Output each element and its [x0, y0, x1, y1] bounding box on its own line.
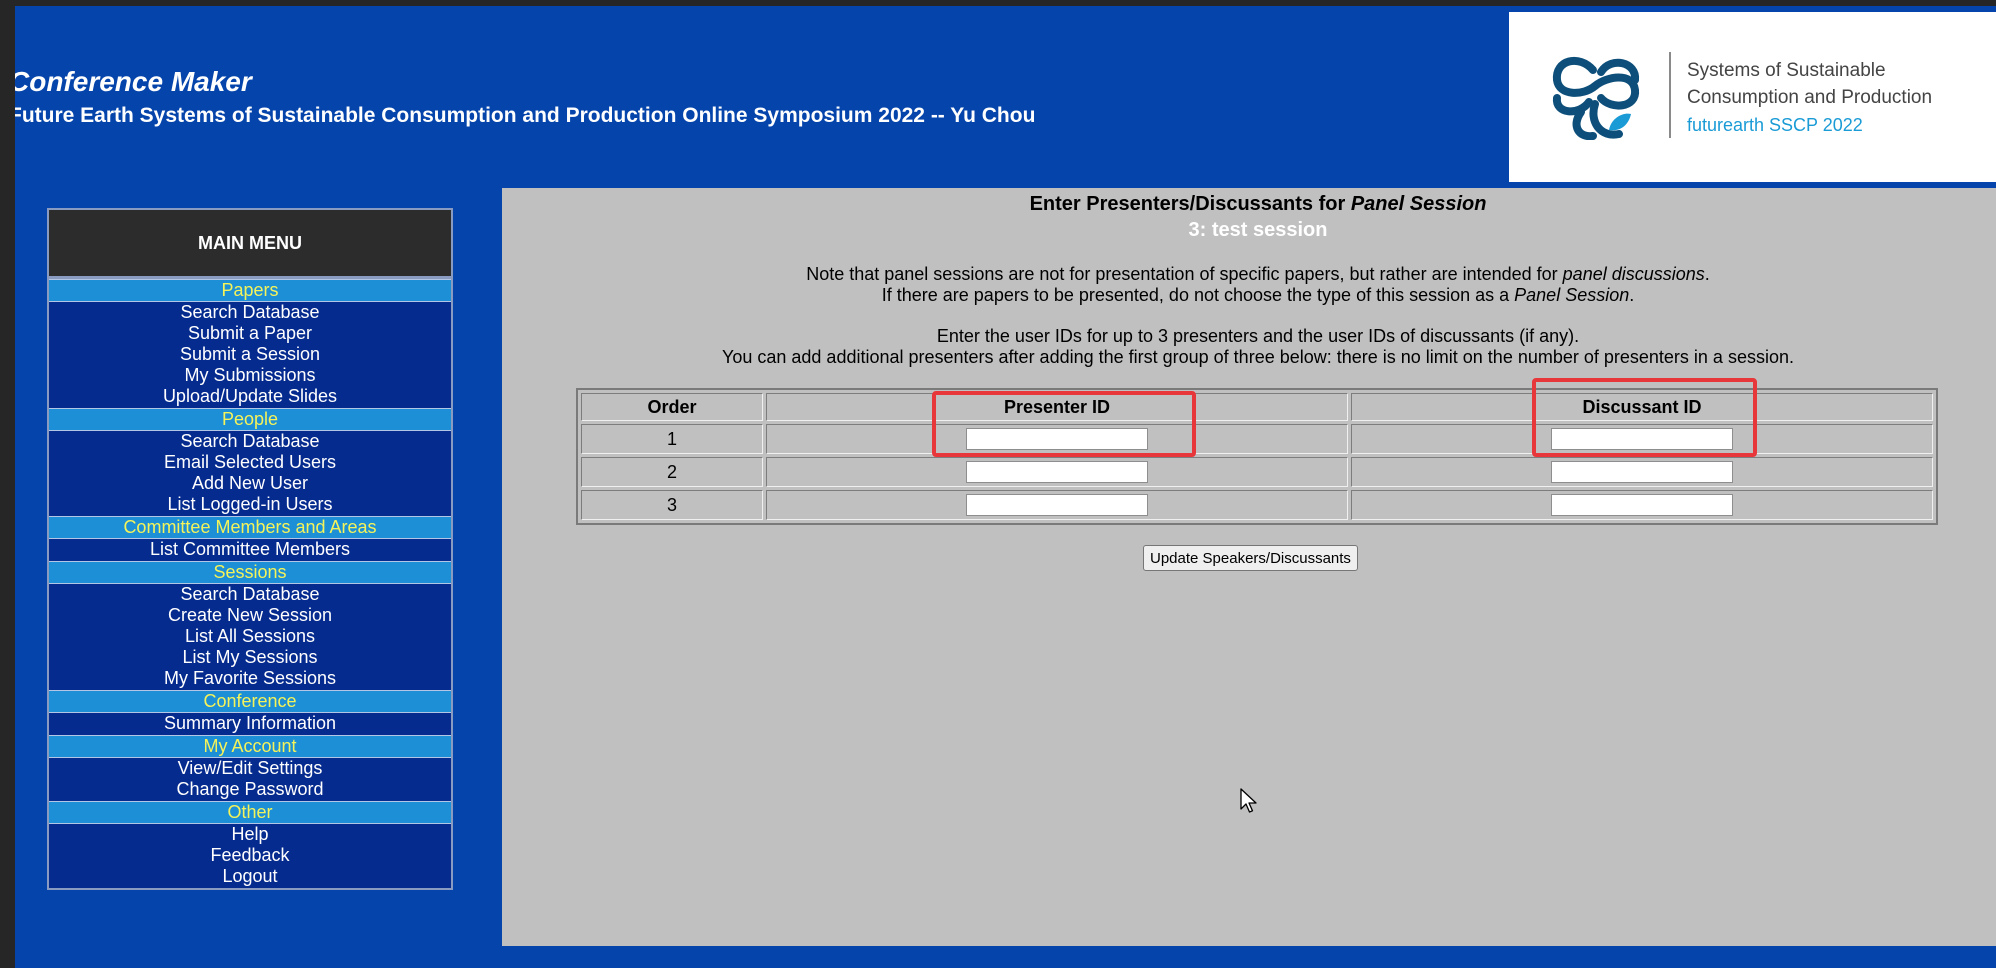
- discussant-id-highlight: [1532, 378, 1757, 457]
- instructions-note: You can add additional presenters after …: [722, 347, 1794, 367]
- note-text: .: [1629, 285, 1635, 305]
- menu-group: Search Database Submit a Paper Submit a Se…: [49, 302, 451, 408]
- presenter-id-highlight: [932, 391, 1196, 457]
- main-menu: MAIN MENU Papers Search Database Submit a …: [47, 208, 453, 890]
- menu-item[interactable]: Submit a Paper: [49, 323, 451, 344]
- menu-group: List Committee Members: [49, 539, 451, 561]
- presenter-id-input[interactable]: [966, 461, 1148, 484]
- page-title: Enter Presenters/Discussants for Panel S…: [502, 193, 1996, 216]
- presenter-id-input[interactable]: [966, 494, 1148, 517]
- menu-item[interactable]: Submit a Session: [49, 344, 451, 365]
- menu-item[interactable]: Upload/Update Slides: [49, 386, 451, 407]
- main-menu-title: MAIN MENU: [49, 210, 451, 279]
- column-header-order: Order: [581, 393, 763, 421]
- discussant-id-input[interactable]: [1551, 494, 1733, 517]
- logo-text-brand: futurearth SSCP 2022: [1687, 115, 1863, 135]
- menu-item[interactable]: Search Database: [49, 302, 451, 323]
- menu-section-header: My Account: [49, 735, 451, 758]
- instructions-note: Enter the user IDs for up to 3 presenter…: [936, 326, 1580, 346]
- menu-item[interactable]: List Committee Members: [49, 539, 451, 560]
- menu-group: Summary Information: [49, 713, 451, 735]
- menu-group: Search Database Email Selected Users Add N…: [49, 431, 451, 516]
- menu-section-header: Other: [49, 801, 451, 824]
- order-cell: 3: [581, 490, 763, 520]
- menu-section-header: Papers: [49, 279, 451, 302]
- logo-text-line: Systems of Sustainable: [1687, 60, 1886, 81]
- note-text: Note that panel sessions are not for pre…: [806, 264, 1563, 284]
- menu-item[interactable]: Add New User: [49, 473, 451, 494]
- session-name: 3: test session: [1188, 219, 1328, 241]
- menu-group: Help Feedback Logout: [49, 824, 451, 888]
- menu-item[interactable]: Email Selected Users: [49, 452, 451, 473]
- menu-item[interactable]: Search Database: [49, 431, 451, 452]
- page-title-session-type: Panel Session: [1350, 193, 1487, 215]
- menu-item[interactable]: List All Sessions: [49, 626, 451, 647]
- note-text: If there are papers to be presented, do …: [881, 285, 1515, 305]
- menu-section-header: Conference: [49, 690, 451, 713]
- menu-section-header: Committee Members and Areas: [49, 516, 451, 539]
- menu-body: Papers Search Database Submit a Paper Submi…: [49, 279, 451, 888]
- menu-item[interactable]: List My Sessions: [49, 647, 451, 668]
- menu-item[interactable]: Feedback: [49, 845, 451, 866]
- note-emphasis: panel discussions: [1562, 264, 1705, 284]
- table-row: 3: [581, 490, 1933, 520]
- menu-section-header: People: [49, 408, 451, 431]
- logo-text-line: Consumption and Production: [1687, 87, 1933, 108]
- mouse-cursor-icon: [1240, 788, 1257, 813]
- menu-item[interactable]: Create New Session: [49, 605, 451, 626]
- menu-item[interactable]: Logout: [49, 866, 451, 887]
- update-speakers-button[interactable]: Update Speakers/Discussants: [1143, 545, 1358, 571]
- menu-section-header: Sessions: [49, 561, 451, 584]
- menu-item[interactable]: My Submissions: [49, 365, 451, 386]
- menu-item[interactable]: Summary Information: [49, 713, 451, 734]
- menu-group: View/Edit Settings Change Password: [49, 758, 451, 801]
- panel-note: If there are papers to be presented, do …: [502, 285, 1996, 306]
- menu-item[interactable]: Search Database: [49, 584, 451, 605]
- window-left-edge: [0, 0, 15, 968]
- note-text: .: [1704, 264, 1710, 284]
- conference-subtitle: Future Earth Systems of Sustainable Cons…: [15, 104, 1036, 127]
- discussant-id-input[interactable]: [1551, 461, 1733, 484]
- presenter-cell: [766, 457, 1348, 487]
- order-cell: 1: [581, 424, 763, 454]
- table-row: 2: [581, 457, 1933, 487]
- page-title-prefix: Enter Presenters/Discussants for: [1029, 193, 1351, 215]
- discussant-cell: [1351, 457, 1933, 487]
- presenter-cell: [766, 490, 1348, 520]
- menu-item[interactable]: Change Password: [49, 779, 451, 800]
- note-emphasis: Panel Session: [1514, 285, 1630, 305]
- panel-note: Note that panel sessions are not for pre…: [502, 264, 1996, 285]
- menu-group: Search Database Create New Session List Al…: [49, 584, 451, 690]
- sscp-logo-icon: [1552, 57, 1639, 140]
- menu-item[interactable]: Help: [49, 824, 451, 845]
- page: Conference Maker Future Earth Systems of…: [15, 6, 1996, 968]
- order-cell: 2: [581, 457, 763, 487]
- content-area: Enter Presenters/Discussants for Panel S…: [502, 188, 1996, 946]
- logo-divider: [1669, 52, 1671, 138]
- discussant-cell: [1351, 490, 1933, 520]
- conference-logo: Systems of Sustainable Consumption and P…: [1509, 12, 1996, 182]
- menu-item[interactable]: View/Edit Settings: [49, 758, 451, 779]
- app-title: Conference Maker: [15, 66, 252, 97]
- menu-item[interactable]: My Favorite Sessions: [49, 668, 451, 689]
- menu-item[interactable]: List Logged-in Users: [49, 494, 451, 515]
